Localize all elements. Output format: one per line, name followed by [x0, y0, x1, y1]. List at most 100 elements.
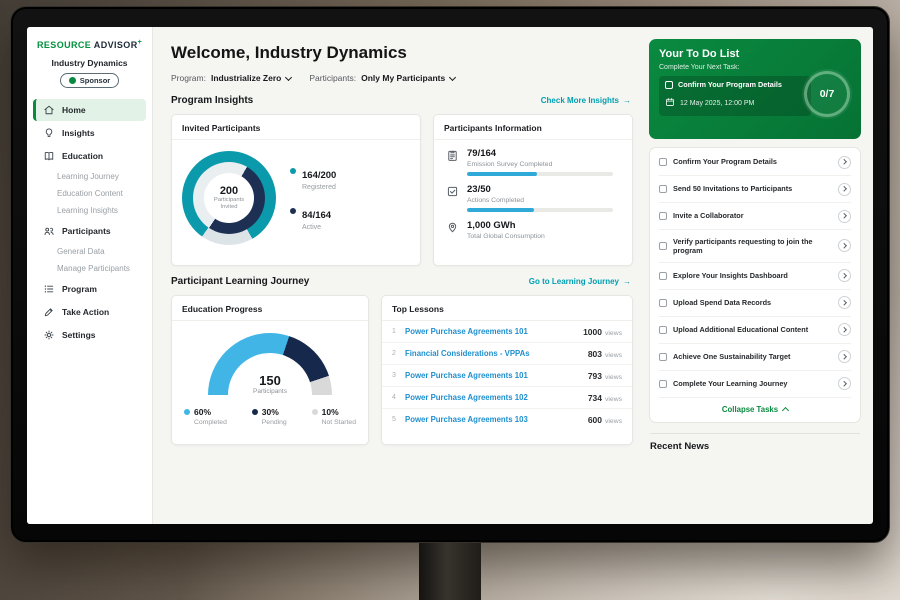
program-insights-header: Program Insights Check More Insights → — [171, 95, 631, 106]
check-more-insights-link[interactable]: Check More Insights → — [541, 96, 631, 105]
sidebar-item-label: Insights — [62, 128, 95, 138]
chevron-down-icon — [285, 73, 292, 80]
task-row: Invite a Collaborator — [659, 202, 851, 229]
list-icon — [43, 283, 55, 295]
sidebar-item-participants[interactable]: Participants — [33, 220, 146, 242]
lesson-link[interactable]: Power Purchase Agreements 103 — [405, 415, 528, 424]
monitor-stand — [419, 543, 481, 600]
task-expand-button[interactable] — [838, 156, 851, 169]
task-checkbox[interactable] — [659, 158, 667, 166]
recent-news-header: Recent News — [650, 433, 860, 452]
task-expand-button[interactable] — [838, 183, 851, 196]
task-label: Confirm Your Program Details — [673, 157, 832, 166]
sidebar-item-program[interactable]: Program — [33, 278, 146, 300]
task-checkbox[interactable] — [659, 212, 667, 220]
task-expand-button[interactable] — [838, 296, 851, 309]
sidebar-item-insights[interactable]: Insights — [33, 122, 146, 144]
task-row: Verify participants requesting to join t… — [659, 229, 851, 262]
legend-dot — [290, 168, 296, 174]
sidebar-item-education-content[interactable]: Education Content — [27, 185, 152, 202]
lesson-rank: 3 — [392, 372, 398, 379]
legend-item-not-started: 10% Not Started — [312, 407, 356, 426]
collapse-tasks-button[interactable]: Collapse Tasks — [659, 397, 851, 421]
invited-participants-card: Invited Participants 200 Participants In… — [171, 114, 421, 266]
sidebar-item-label: Home — [62, 105, 86, 115]
sidebar-item-manage-participants[interactable]: Manage Participants — [27, 260, 152, 277]
map-pin-icon — [446, 221, 459, 244]
sidebar-nav: Home Insights Education Learning Journey… — [27, 99, 152, 346]
sidebar: RESOURCE ADVISOR+ Industry Dynamics Spon… — [27, 27, 153, 524]
lesson-link[interactable]: Financial Considerations - VPPAs — [405, 349, 530, 358]
calendar-icon — [665, 94, 675, 112]
sidebar-item-learning-insights[interactable]: Learning Insights — [27, 202, 152, 219]
sidebar-item-home[interactable]: Home — [33, 99, 146, 121]
lesson-row: 1 Power Purchase Agreements 101 1000view… — [382, 321, 632, 343]
journey-cards-row: Education Progress 150 Participants 60 — [171, 295, 633, 445]
task-label: Explore Your Insights Dashboard — [673, 271, 832, 280]
lesson-views: 1000views — [583, 327, 622, 337]
education-gauge-chart: 150 Participants — [208, 333, 332, 395]
card-title: Top Lessons — [382, 296, 632, 321]
check-square-icon — [446, 185, 459, 212]
lesson-row: 3 Power Purchase Agreements 101 793views — [382, 365, 632, 387]
task-checkbox[interactable] — [659, 326, 667, 334]
task-checkbox[interactable] — [659, 242, 667, 250]
task-row: Explore Your Insights Dashboard — [659, 262, 851, 289]
task-expand-button[interactable] — [838, 210, 851, 223]
task-expand-button[interactable] — [838, 269, 851, 282]
arrow-right-icon: → — [623, 96, 631, 105]
next-task-checkbox[interactable] — [665, 81, 673, 89]
task-checkbox[interactable] — [659, 353, 667, 361]
program-filter-dropdown[interactable]: Industrialize Zero — [211, 73, 291, 83]
todo-subtitle: Complete Your Next Task: — [659, 64, 851, 71]
legend-dot — [312, 409, 318, 415]
clipboard-icon — [446, 149, 459, 176]
participants-filter-dropdown[interactable]: Only My Participants — [361, 73, 455, 83]
sidebar-item-general-data[interactable]: General Data — [27, 243, 152, 260]
task-row: Confirm Your Program Details — [659, 149, 851, 175]
lesson-link[interactable]: Power Purchase Agreements 102 — [405, 393, 528, 402]
task-label: Verify participants requesting to join t… — [673, 237, 832, 256]
program-filter: Program: Industrialize Zero — [171, 73, 291, 83]
task-label: Upload Spend Data Records — [673, 298, 832, 307]
sponsor-badge-label: Sponsor — [80, 76, 110, 85]
sidebar-item-settings[interactable]: Settings — [33, 324, 146, 346]
education-gauge-center: 150 Participants — [208, 373, 332, 395]
home-icon — [43, 104, 55, 116]
sidebar-item-label: Settings — [62, 330, 96, 340]
lesson-row: 4 Power Purchase Agreements 102 734views — [382, 387, 632, 409]
task-checkbox[interactable] — [659, 380, 667, 388]
stat-actions-completed: 23/50 Actions Completed — [434, 176, 632, 212]
task-expand-button[interactable] — [838, 377, 851, 390]
task-expand-button[interactable] — [838, 323, 851, 336]
section-title: Program Insights — [171, 95, 253, 106]
todo-panel: Your To Do List Complete Your Next Task:… — [645, 27, 873, 524]
task-label: Complete Your Learning Journey — [673, 379, 832, 388]
participants-information-card: Participants Information 79/164 Emission… — [433, 114, 633, 266]
task-expand-button[interactable] — [838, 239, 851, 252]
task-label: Achieve One Sustainability Target — [673, 352, 832, 361]
lesson-link[interactable]: Power Purchase Agreements 101 — [405, 371, 528, 380]
task-label: Send 50 Invitations to Participants — [673, 184, 832, 193]
sidebar-item-education[interactable]: Education — [33, 145, 146, 167]
go-to-learning-journey-link[interactable]: Go to Learning Journey → — [529, 277, 631, 286]
lesson-rank: 4 — [392, 394, 398, 401]
task-expand-button[interactable] — [838, 350, 851, 363]
todo-progress-value: 0/7 — [820, 88, 835, 100]
logo-plus: + — [138, 39, 143, 46]
education-legend: 60% Completed 30% Pending 10% Not Starte… — [172, 395, 368, 426]
sidebar-item-learning-journey[interactable]: Learning Journey — [27, 168, 152, 185]
task-label: Upload Additional Educational Content — [673, 325, 832, 334]
todo-summary-card: Your To Do List Complete Your Next Task:… — [649, 39, 861, 139]
lesson-link[interactable]: Power Purchase Agreements 101 — [405, 327, 528, 336]
sidebar-item-label: Take Action — [62, 307, 109, 317]
background-scene: RESOURCE ADVISOR+ Industry Dynamics Spon… — [0, 0, 900, 600]
task-checkbox[interactable] — [659, 185, 667, 193]
card-title: Education Progress — [172, 296, 368, 321]
account-name: Industry Dynamics — [27, 58, 152, 68]
insights-cards-row: Invited Participants 200 Participants In… — [171, 114, 633, 266]
task-checkbox[interactable] — [659, 272, 667, 280]
sidebar-item-take-action[interactable]: Take Action — [33, 301, 146, 323]
task-checkbox[interactable] — [659, 299, 667, 307]
gear-icon — [43, 329, 55, 341]
